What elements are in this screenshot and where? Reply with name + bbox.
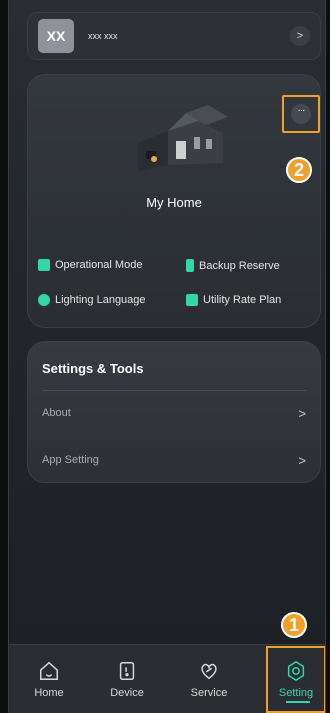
battery-icon — [186, 259, 194, 272]
chevron-right-icon: > — [298, 452, 306, 468]
active-indicator — [286, 701, 310, 703]
feature-lighting-language[interactable]: Lighting Language — [38, 294, 146, 306]
feature-label: Operational Mode — [55, 259, 143, 271]
settings-title: Settings & Tools — [42, 361, 144, 376]
feature-label: Utility Rate Plan — [203, 294, 282, 306]
feature-label: Backup Reserve — [199, 259, 280, 272]
gear-icon — [287, 660, 305, 682]
nav-device[interactable]: Device — [95, 645, 159, 713]
nav-label: Service — [190, 687, 228, 699]
home-title: My Home — [146, 195, 202, 210]
user-card[interactable]: XX xxx xxx > — [27, 12, 321, 60]
device-icon — [119, 662, 135, 680]
chevron-right-icon: > — [298, 405, 306, 421]
settings-row-about[interactable]: About > — [42, 401, 306, 425]
step-badge-2: 2 — [286, 157, 312, 183]
more-options-icon[interactable]: ··· — [291, 104, 311, 124]
mode-icon — [38, 259, 50, 271]
avatar: XX — [38, 19, 74, 53]
feature-utility-rate-plan[interactable]: Utility Rate Plan — [186, 294, 281, 306]
lighting-icon — [38, 294, 50, 306]
row-label: About — [42, 407, 71, 419]
step-badge-1: 1 — [281, 612, 307, 638]
app-screen: XX xxx xxx > ··· 2 My Home Operational M… — [8, 0, 326, 713]
nav-label: Home — [34, 687, 64, 699]
home-card[interactable]: ··· 2 My Home Operational Mode Backup Re… — [27, 74, 321, 328]
nav-setting[interactable]: Setting — [266, 646, 325, 713]
settings-tools-card: Settings & Tools About > App Setting > — [27, 341, 321, 483]
feature-operational-mode[interactable]: Operational Mode — [38, 259, 142, 271]
nav-label: Device — [110, 687, 144, 699]
divider — [42, 390, 306, 391]
more-options-highlight[interactable]: ··· — [282, 95, 320, 133]
bottom-nav: Home Device Service Setting — [9, 644, 325, 713]
nav-home[interactable]: Home — [17, 645, 81, 713]
house-illustration — [138, 105, 228, 171]
nav-service[interactable]: Service — [177, 645, 241, 713]
feature-label: Lighting Language — [55, 294, 146, 306]
nav-label: Setting — [278, 687, 314, 699]
rate-plan-icon — [186, 294, 198, 306]
chevron-right-icon[interactable]: > — [290, 26, 310, 46]
service-icon — [201, 663, 217, 680]
user-name: xxx xxx — [88, 31, 118, 41]
settings-row-app-setting[interactable]: App Setting > — [42, 448, 306, 472]
row-label: App Setting — [42, 454, 99, 466]
feature-backup-reserve[interactable]: Backup Reserve — [186, 259, 280, 272]
home-icon — [40, 661, 58, 680]
